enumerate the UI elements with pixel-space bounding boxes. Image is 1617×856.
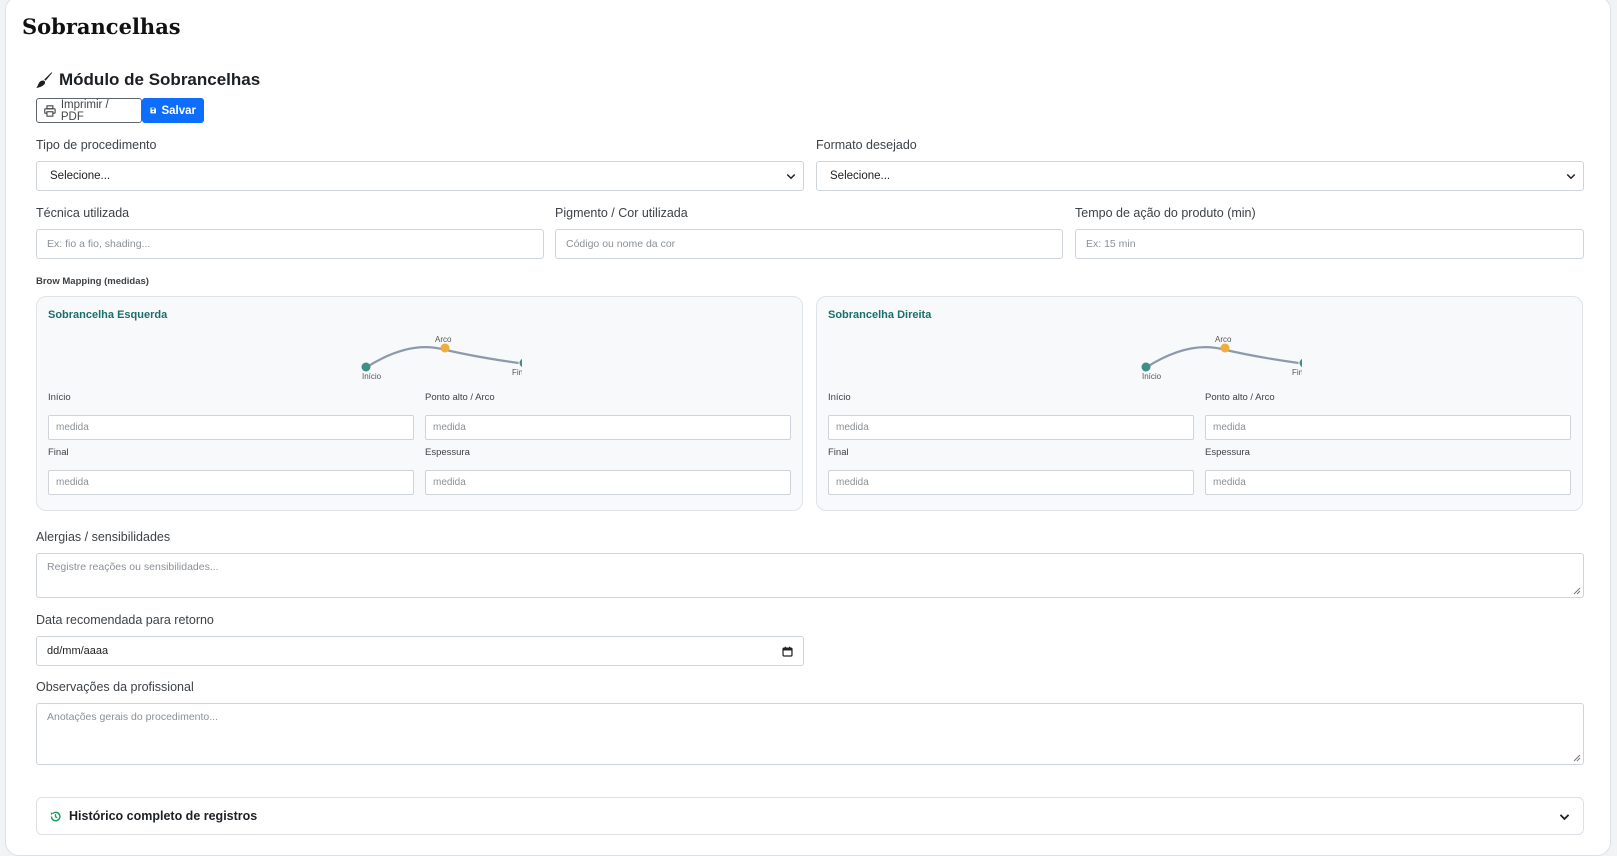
procedure-type-value: Selecione... [50,170,111,182]
history-accordion[interactable]: Histórico completo de registros [36,797,1584,835]
left-start-label: Início [48,392,71,403]
desired-shape-value: Selecione... [830,170,891,182]
right-end-input[interactable]: medida [828,470,1194,495]
calendar-icon[interactable] [782,646,793,657]
technique-placeholder: Ex: fio a fio, shading... [47,238,151,250]
left-arch-placeholder: medida [433,422,466,433]
right-arch-label: Ponto alto / Arco [1205,392,1275,403]
diagram-arch-label: Arco [435,335,452,344]
pigment-placeholder: Código ou nome da cor [566,238,676,250]
diagram-end-label: Final [512,368,522,377]
end-node [1299,358,1302,368]
return-date-input[interactable]: dd/mm/aaaa [36,636,804,666]
printer-icon [44,104,56,117]
left-brow-diagram: Início Arco Final [361,335,522,381]
save-icon [150,107,157,114]
desired-shape-label: Formato desejado [816,138,917,152]
right-start-placeholder: medida [836,422,869,433]
right-thickness-input[interactable]: medida [1205,470,1571,495]
desired-shape-select[interactable]: Selecione... [816,161,1584,191]
left-thickness-input[interactable]: medida [425,470,791,495]
start-node [361,362,371,372]
diagram-arch-label: Arco [1215,335,1232,344]
notes-placeholder: Anotações gerais do procedimento... [47,711,219,723]
history-header: Histórico completo de registros [49,809,257,823]
notes-textarea[interactable]: Anotações gerais do procedimento... [36,703,1584,765]
save-button-label: Salvar [161,104,196,117]
right-brow-title: Sobrancelha Direita [828,309,932,321]
pigment-input[interactable]: Código ou nome da cor [555,229,1063,259]
left-thickness-label: Espessura [425,447,470,458]
right-brow-panel: Sobrancelha Direita Início Arco Final In… [816,296,1583,511]
right-arch-placeholder: medida [1213,422,1246,433]
left-arch-input[interactable]: medida [425,415,791,440]
left-end-placeholder: medida [56,477,89,488]
arch-node [440,343,450,353]
left-end-input[interactable]: medida [48,470,414,495]
save-button[interactable]: Salvar [142,98,204,123]
diagram-end-label: Final [1292,368,1302,377]
right-start-input[interactable]: medida [828,415,1194,440]
start-node [1141,362,1151,372]
diagram-start-label: Início [1142,372,1162,381]
procedure-type-label: Tipo de procedimento [36,138,157,152]
chevron-down-icon [786,173,796,180]
left-end-label: Final [48,447,69,458]
left-start-placeholder: medida [56,422,89,433]
allergies-placeholder: Registre reações ou sensibilidades... [47,561,219,573]
history-icon [50,811,61,821]
module-title: Módulo de Sobrancelhas [36,70,260,90]
technique-label: Técnica utilizada [36,206,130,220]
right-thickness-label: Espessura [1205,447,1250,458]
resize-grip-icon[interactable] [1573,754,1581,762]
allergies-textarea[interactable]: Registre reações ou sensibilidades... [36,553,1584,598]
pigment-label: Pigmento / Cor utilizada [555,206,688,220]
brow-mapping-heading: Brow Mapping (medidas) [36,276,149,287]
chevron-down-icon [1559,813,1570,820]
history-label: Histórico completo de registros [69,809,258,823]
return-date-label: Data recomendada para retorno [36,613,214,627]
right-end-placeholder: medida [836,477,869,488]
right-arch-input[interactable]: medida [1205,415,1571,440]
right-brow-diagram: Início Arco Final [1141,335,1302,381]
procedure-type-select[interactable]: Selecione... [36,161,804,191]
notes-label: Observações da profissional [36,680,194,694]
print-button-label: Imprimir / PDF [60,98,109,123]
toolbar: Imprimir / PDF Salvar [36,98,204,123]
allergies-label: Alergias / sensibilidades [36,530,171,544]
action-time-label: Tempo de ação do produto (min) [1075,206,1256,220]
action-time-input[interactable]: Ex: 15 min [1075,229,1584,259]
end-node [519,358,522,368]
arch-node [1220,343,1230,353]
print-button[interactable]: Imprimir / PDF [36,98,142,123]
right-start-label: Início [828,392,851,403]
resize-grip-icon[interactable] [1573,587,1581,595]
left-start-input[interactable]: medida [48,415,414,440]
left-thickness-placeholder: medida [433,477,466,488]
return-date-value: dd/mm/aaaa [47,645,109,657]
diagram-start-label: Início [362,372,382,381]
page-title: Sobrancelhas [22,14,181,39]
left-brow-panel: Sobrancelha Esquerda Início Arco Final I… [36,296,803,511]
technique-input[interactable]: Ex: fio a fio, shading... [36,229,544,259]
left-brow-title: Sobrancelha Esquerda [48,309,168,321]
module-title-text: Módulo de Sobrancelhas [59,70,261,89]
left-arch-label: Ponto alto / Arco [425,392,495,403]
chevron-down-icon [1566,173,1576,180]
brush-icon [36,71,53,88]
right-thickness-placeholder: medida [1213,477,1246,488]
right-end-label: Final [828,447,849,458]
action-time-placeholder: Ex: 15 min [1086,238,1136,250]
